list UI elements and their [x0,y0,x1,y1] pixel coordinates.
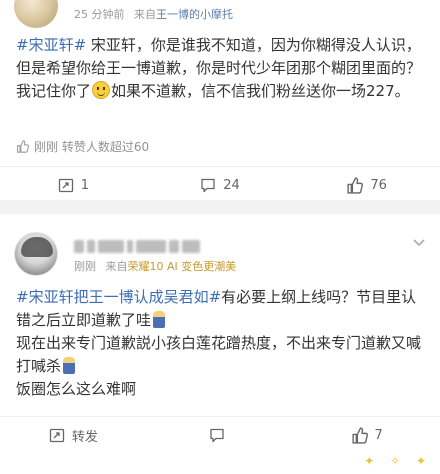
repost-note: 刚刚 转赞人数超过60 [16,138,149,155]
post-text-line2: 现在出来专门道歉説小孩白莲花蹭热度，不出来专门道歉又喊打喊杀 [16,334,422,375]
weibo-post-1: 25 分钟前 来自王一博的小摩托 #宋亚轩# 宋亚轩，你是谁我不知道，因为你糊得… [0,0,440,200]
source-prefix: 来自 [105,260,128,273]
repost-icon [58,178,73,193]
comment-icon [209,428,224,443]
post-text-line3: 饭圈怎么这么难啊 [16,380,137,398]
comment-count: 24 [223,177,240,193]
repost-label: 转发 [71,429,98,445]
like-button[interactable]: 7 [293,418,440,452]
post-time: 25 分钟前 [74,8,125,21]
avatar[interactable] [14,0,58,28]
thumb-up-small-icon [17,140,29,153]
feed-separator [0,200,440,214]
repost-button[interactable]: 1 [0,168,147,202]
figure-emoji-icon [153,311,166,328]
post-meta: 刚刚 来自荣耀10 AI 变色更潮美 [74,258,236,274]
repost-icon [49,428,64,443]
repost-note-text: 刚刚 转赞人数超过60 [34,140,150,154]
source-link[interactable]: 王一博的小摩托 [156,8,233,21]
like-icon [347,176,364,194]
like-icon [351,426,368,444]
divider [0,166,440,167]
avatar-hair [21,237,53,257]
post-content: #宋亚轩把王一博认成吴君如#有必要上纲上线吗？节目里认错之后立即道歉了哇 现在出… [16,286,426,401]
topic-tag[interactable]: #宋亚轩# [16,36,86,54]
source-link[interactable]: 荣耀10 AI 变色更潮美 [128,260,237,273]
post-content: #宋亚轩# 宋亚轩，你是谁我不知道，因为你糊得没人认识，但是希望你给王一博道歉，… [16,34,426,103]
blurred-username[interactable] [74,238,200,254]
source-prefix: 来自 [134,8,156,21]
comment-button[interactable]: 24 [147,168,294,202]
like-count: 7 [374,427,383,443]
topic-tag[interactable]: #宋亚轩把王一博认成吴君如# [16,288,221,306]
like-button[interactable]: 76 [293,168,440,202]
action-bar: 转发 7 [0,418,440,452]
weibo-post-2: 刚刚 来自荣耀10 AI 变色更潮美 #宋亚轩把王一博认成吴君如#有必要上纲上线… [0,214,440,474]
avatar[interactable] [14,232,58,276]
post-text-continued: 如果不道歉，信不信我们粉丝送你一场227。 [111,82,410,100]
divider [0,416,440,417]
smile-emoji-icon [92,81,111,99]
repost-button[interactable]: 转发 [0,418,147,452]
figure-emoji-icon [63,357,76,374]
repost-count: 1 [80,177,89,193]
post-meta: 25 分钟前 来自王一博的小摩托 [74,6,233,22]
action-bar: 1 24 76 [0,168,440,202]
sparkle-decoration-icon: ✦ ✧ ✦ [364,454,432,468]
comment-icon [201,178,215,193]
chevron-down-icon[interactable] [412,238,426,248]
post-time: 刚刚 [74,260,96,273]
like-count: 76 [370,177,387,193]
comment-button[interactable] [147,418,294,452]
